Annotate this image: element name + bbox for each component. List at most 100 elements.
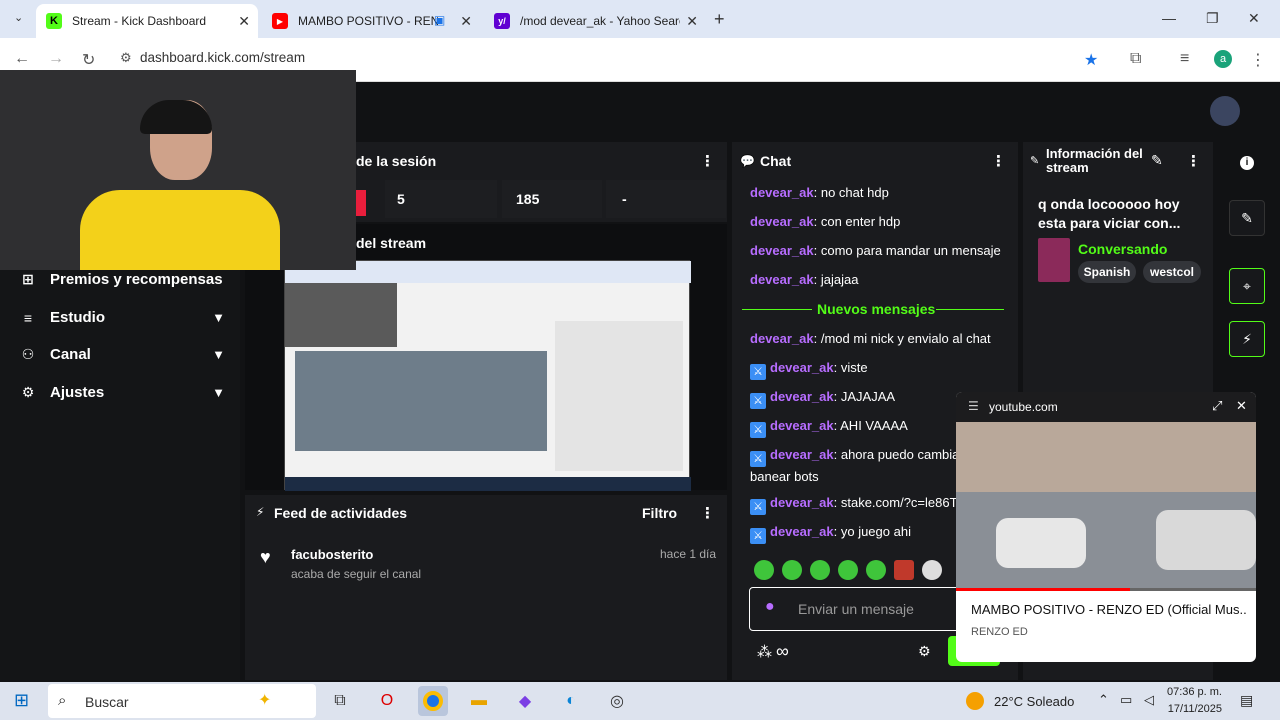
chat-username[interactable]: devear_ak — [750, 243, 814, 258]
restore-icon[interactable]: ❐ — [1206, 10, 1219, 27]
tag-chip[interactable]: westcol — [1143, 261, 1201, 283]
emote-icon[interactable] — [810, 560, 830, 580]
extensions-icon[interactable]: ⧉ — [1130, 50, 1141, 68]
clock-time[interactable]: 07:36 p. m. — [1166, 686, 1222, 698]
chat-username[interactable]: devear_ak — [770, 418, 834, 433]
chat-username[interactable]: devear_ak — [770, 524, 834, 539]
youtube-favicon-icon: ▶ — [272, 13, 288, 29]
nav-item-rewards[interactable]: ⊞ Premios y recompensas — [20, 271, 225, 288]
chat-username[interactable]: devear_ak — [750, 272, 814, 287]
chat-text: : jajajaa — [813, 272, 859, 287]
obs-icon[interactable]: ◎ — [602, 686, 632, 716]
menu-kebab-icon[interactable]: ⋮ — [1250, 50, 1266, 70]
nav-item-channel[interactable]: ⚇ Canal ▼ — [20, 346, 225, 363]
info-icon[interactable]: i — [1240, 156, 1254, 170]
clock-date[interactable]: 17/11/2025 — [1166, 703, 1222, 715]
copilot-icon[interactable]: ◆ — [510, 686, 540, 716]
stream-preview-video[interactable] — [284, 260, 691, 491]
close-window-icon[interactable]: ✕ — [1248, 10, 1260, 27]
pip-expand-icon[interactable]: ⤢ — [1212, 398, 1222, 414]
bookmark-star-icon[interactable]: ★ — [1084, 50, 1098, 70]
minimize-icon[interactable]: — — [1162, 10, 1176, 26]
chat-username[interactable]: devear_ak — [770, 495, 834, 510]
pip-window[interactable]: ☰ youtube.com ⤢ ✕ MAMBO POSITIVO - RENZO… — [956, 392, 1256, 662]
tab-search-icon[interactable]: ⌄ — [14, 11, 23, 24]
chat-message: devear_ak: como para mandar un mensaje — [750, 241, 1010, 260]
chevron-down-icon: ▼ — [212, 347, 225, 362]
points-icon[interactable]: ⁂ — [757, 643, 772, 661]
profile-avatar[interactable]: a — [1214, 50, 1232, 68]
stream-info-menu-icon[interactable]: ⋮ — [1186, 152, 1201, 170]
chrome-icon[interactable] — [418, 686, 448, 716]
emote-icon[interactable] — [754, 560, 774, 580]
stats-menu-icon[interactable]: ⋮ — [700, 152, 715, 170]
nav-item-studio[interactable]: ≡ Estudio ▼ — [20, 309, 225, 326]
activity-user[interactable]: facubosterito — [291, 547, 373, 562]
edit-rail-button[interactable]: ✎ — [1229, 200, 1265, 236]
bolt-rail-button[interactable]: ⚡ — [1229, 321, 1265, 357]
forward-icon[interactable]: → — [48, 50, 64, 68]
scan-icon: ⌖ — [1243, 277, 1251, 294]
moderator-badge-icon: ⚔ — [750, 499, 766, 515]
edit-pencil-icon[interactable]: ✎ — [1151, 152, 1163, 169]
weather-text[interactable]: 22°C Soleado — [994, 694, 1074, 709]
notifications-icon[interactable]: ▤ — [1240, 692, 1253, 709]
chat-username[interactable]: devear_ak — [750, 185, 814, 200]
file-explorer-icon[interactable]: ▬ — [464, 686, 494, 716]
chat-username[interactable]: devear_ak — [750, 331, 814, 346]
chat-username[interactable]: devear_ak — [750, 214, 814, 229]
back-icon[interactable]: ← — [14, 50, 30, 68]
pip-progress-track[interactable] — [956, 588, 1256, 591]
nav-item-settings[interactable]: ⚙ Ajustes ▼ — [20, 384, 225, 401]
chat-text: : JAJAJAA — [833, 389, 896, 404]
user-avatar[interactable] — [1210, 96, 1240, 126]
close-tab-icon[interactable]: ✕ — [686, 13, 698, 30]
session-stats-title: de la sesión — [356, 153, 437, 169]
tab-yahoo[interactable]: y/ /mod devear_ak - Yahoo Search ✕ — [484, 4, 706, 38]
category-thumbnail[interactable] — [1038, 238, 1070, 282]
chat-text: : /mod mi nick y envialo al chat — [813, 331, 991, 346]
activity-menu-icon[interactable]: ⋮ — [700, 504, 715, 522]
emote-icon[interactable] — [894, 560, 914, 580]
opera-icon[interactable]: O — [372, 686, 402, 716]
sparkle-icon: ✦ — [258, 692, 272, 709]
chat-text: : como para mandar un mensaje — [813, 243, 1001, 258]
infinity-icon: ∞ — [776, 641, 789, 661]
stat-value: 5 — [385, 180, 497, 218]
category-name[interactable]: Conversando — [1078, 241, 1167, 257]
close-tab-icon[interactable]: ✕ — [238, 13, 250, 30]
tag-chip[interactable]: Spanish — [1078, 261, 1136, 283]
pip-close-icon[interactable]: ✕ — [1236, 398, 1247, 414]
site-info-icon[interactable]: ⚙ — [120, 50, 132, 66]
network-icon[interactable]: ▭ — [1120, 692, 1132, 708]
task-view-icon[interactable]: ⧉ — [325, 686, 355, 716]
emote-icon[interactable] — [866, 560, 886, 580]
emote-icon[interactable] — [782, 560, 802, 580]
windows-start-icon[interactable]: ⊞ — [14, 690, 29, 711]
emote-icon[interactable] — [922, 560, 942, 580]
chat-text: : no chat hdp — [813, 185, 889, 200]
edge-icon[interactable]: ◐ — [556, 686, 586, 716]
chat-menu-icon[interactable]: ⋮ — [991, 152, 1006, 170]
tab-title: Stream - Kick Dashboard — [72, 14, 207, 28]
chat-settings-gear-icon[interactable]: ⚙ — [918, 643, 931, 660]
volume-icon[interactable]: ◁ — [1144, 692, 1154, 708]
new-tab-icon[interactable]: + — [714, 9, 725, 30]
users-icon: ⚇ — [21, 346, 35, 362]
capture-rail-button[interactable]: ⌖ — [1229, 268, 1265, 304]
divider — [936, 309, 1004, 310]
address-bar[interactable]: dashboard.kick.com/stream — [140, 50, 305, 65]
reload-icon[interactable]: ↻ — [82, 50, 95, 70]
tab-youtube[interactable]: ▶ MAMBO POSITIVO - RENZO ▣ ✕ — [262, 4, 480, 38]
chat-username[interactable]: devear_ak — [770, 389, 834, 404]
tab-kick-dashboard[interactable]: K Stream - Kick Dashboard ✕ — [36, 4, 258, 38]
pip-video[interactable] — [956, 422, 1256, 590]
chat-username[interactable]: devear_ak — [770, 447, 834, 462]
microphone-icon[interactable]: ● — [765, 598, 775, 616]
close-tab-icon[interactable]: ✕ — [460, 13, 472, 30]
filter-button[interactable]: Filtro — [642, 505, 677, 521]
emote-icon[interactable] — [838, 560, 858, 580]
tray-chevron-up-icon[interactable]: ⌃ — [1098, 692, 1109, 708]
chat-username[interactable]: devear_ak — [770, 360, 834, 375]
media-control-icon[interactable]: ≡ — [1180, 50, 1189, 68]
